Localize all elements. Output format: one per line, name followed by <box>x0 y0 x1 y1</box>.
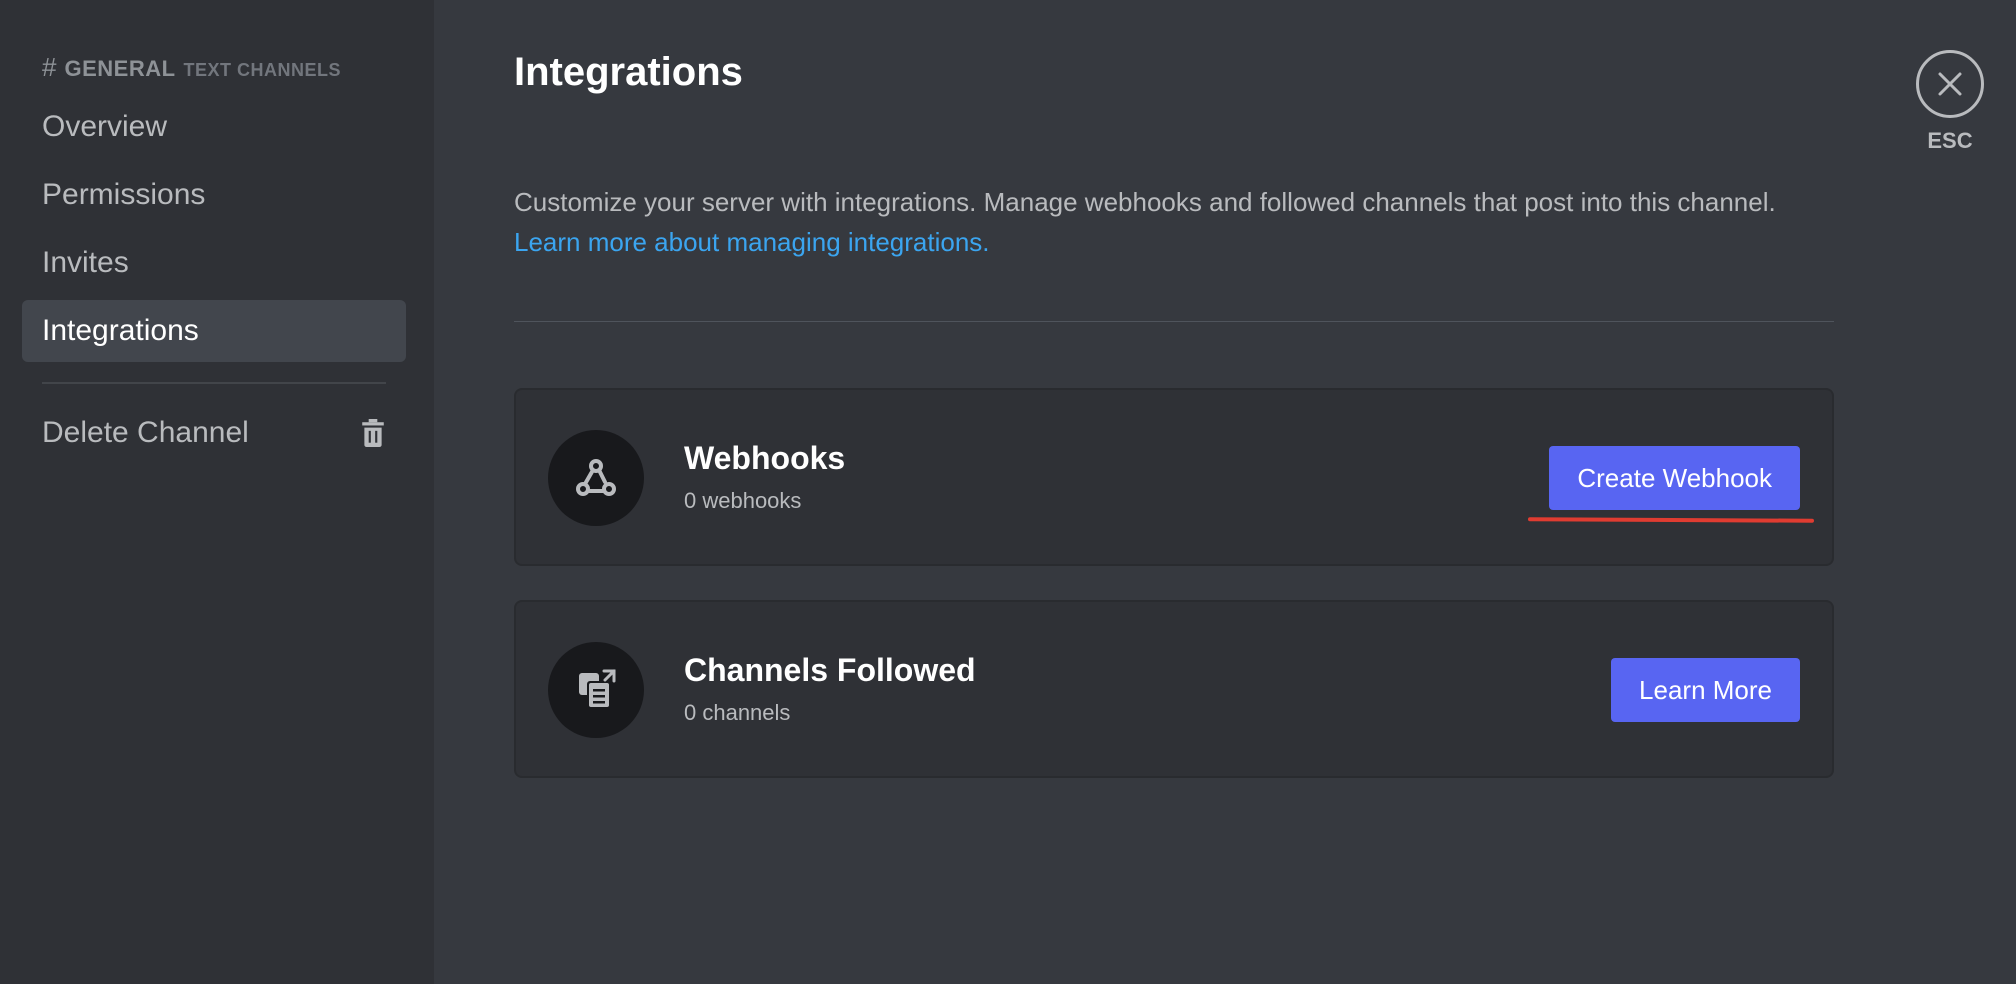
sidebar-divider <box>42 382 386 384</box>
channel-header: # GENERAL TEXT CHANNELS <box>42 52 341 83</box>
sidebar-item-label: Permissions <box>42 178 206 211</box>
sidebar-item-label: Delete Channel <box>42 416 249 449</box>
channels-followed-icon <box>548 642 644 738</box>
sidebar-item-integrations[interactable]: Integrations <box>22 300 406 362</box>
sidebar-item-overview[interactable]: Overview <box>22 96 406 158</box>
webhooks-title: Webhooks <box>684 440 846 476</box>
close-control: ESC <box>1912 50 1988 154</box>
trash-icon <box>362 419 384 447</box>
close-button[interactable] <box>1916 50 1984 118</box>
channel-name: GENERAL <box>64 56 176 81</box>
hash-icon: # <box>42 52 57 82</box>
sidebar-item-invites[interactable]: Invites <box>22 232 406 294</box>
webhooks-count: 0 webhooks <box>684 488 802 513</box>
channel-settings-window: # GENERAL TEXT CHANNELS Overview Permiss… <box>0 0 2016 984</box>
learn-more-button[interactable]: Learn More <box>1611 658 1800 722</box>
webhook-icon <box>548 430 644 526</box>
learn-more-integrations-link[interactable]: Learn more about managing integrations. <box>514 222 1854 262</box>
webhooks-card: Webhooks 0 webhooks Create Webhook <box>514 388 1834 566</box>
channels-followed-title: Channels Followed <box>684 652 976 688</box>
settings-sidebar: # GENERAL TEXT CHANNELS Overview Permiss… <box>0 0 434 984</box>
annotation-underline <box>1527 517 1815 523</box>
section-divider <box>514 321 1834 322</box>
integrations-panel: Integrations Customize your server with … <box>434 0 2016 984</box>
page-description: Customize your server with integrations.… <box>514 182 1854 262</box>
sidebar-item-permissions[interactable]: Permissions <box>22 164 406 226</box>
esc-label: ESC <box>1927 128 1973 153</box>
sidebar-item-label: Integrations <box>42 314 199 347</box>
description-text: Customize your server with integrations.… <box>514 187 1776 217</box>
sidebar-item-delete-channel[interactable]: Delete Channel <box>22 402 406 464</box>
create-webhook-button[interactable]: Create Webhook <box>1549 446 1800 510</box>
channel-category: TEXT CHANNELS <box>183 60 342 80</box>
sidebar-item-label: Invites <box>42 246 129 279</box>
sidebar-item-label: Overview <box>42 110 168 143</box>
channels-followed-card: Channels Followed 0 channels Learn More <box>514 600 1834 778</box>
page-title: Integrations <box>514 50 743 94</box>
channels-followed-count: 0 channels <box>684 700 791 725</box>
close-icon <box>1938 72 1962 96</box>
